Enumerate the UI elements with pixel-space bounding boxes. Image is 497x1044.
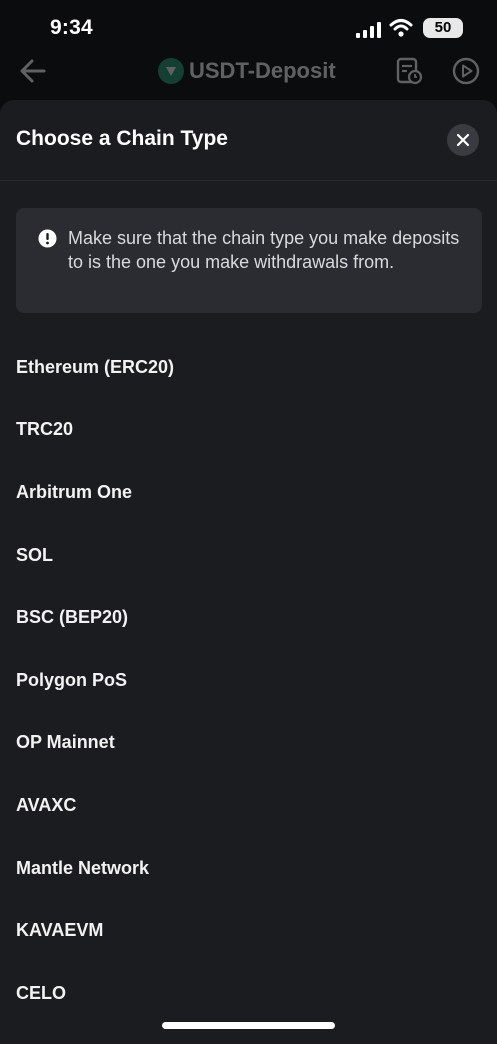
page-title: USDT-Deposit <box>189 58 336 83</box>
back-arrow-icon[interactable] <box>18 56 48 86</box>
close-icon <box>456 133 470 147</box>
chain-item-sol[interactable]: SOL <box>0 524 497 587</box>
chain-item-celo[interactable]: CELO <box>0 962 497 1025</box>
chain-type-sheet: Choose a Chain Type Make sure that the c… <box>0 100 497 1044</box>
chain-item-polygon-pos[interactable]: Polygon PoS <box>0 649 497 712</box>
status-time: 9:34 <box>50 16 93 39</box>
chain-item-ethereum-erc20[interactable]: Ethereum (ERC20) <box>0 336 497 399</box>
sheet-title: Choose a Chain Type <box>16 127 228 150</box>
chain-list: Ethereum (ERC20) TRC20 Arbitrum One SOL … <box>0 336 497 1025</box>
chain-item-op-mainnet[interactable]: OP Mainnet <box>0 712 497 775</box>
usdt-icon <box>158 58 184 84</box>
play-icon[interactable] <box>451 56 481 86</box>
battery-indicator: 50 <box>423 18 463 38</box>
notice-box: Make sure that the chain type you make d… <box>16 208 482 313</box>
chain-item-bsc-bep20[interactable]: BSC (BEP20) <box>0 586 497 649</box>
screen: 9:34 50 USDT-Deposit Choose a Chain Type… <box>0 0 497 1044</box>
chain-item-trc20[interactable]: TRC20 <box>0 399 497 462</box>
chain-item-kavaevm[interactable]: KAVAEVM <box>0 899 497 962</box>
header-title-group: USDT-Deposit <box>158 56 336 86</box>
signal-icon <box>356 22 381 38</box>
chain-item-mantle-network[interactable]: Mantle Network <box>0 837 497 900</box>
wifi-icon <box>389 19 413 37</box>
close-button[interactable] <box>447 124 479 156</box>
chain-item-arbitrum-one[interactable]: Arbitrum One <box>0 461 497 524</box>
chain-item-avaxc[interactable]: AVAXC <box>0 774 497 837</box>
info-icon <box>38 229 57 248</box>
notice-text: Make sure that the chain type you make d… <box>68 228 460 272</box>
divider <box>0 180 497 181</box>
history-icon[interactable] <box>394 56 424 86</box>
home-indicator[interactable] <box>162 1022 335 1029</box>
app-header: USDT-Deposit <box>0 46 497 96</box>
